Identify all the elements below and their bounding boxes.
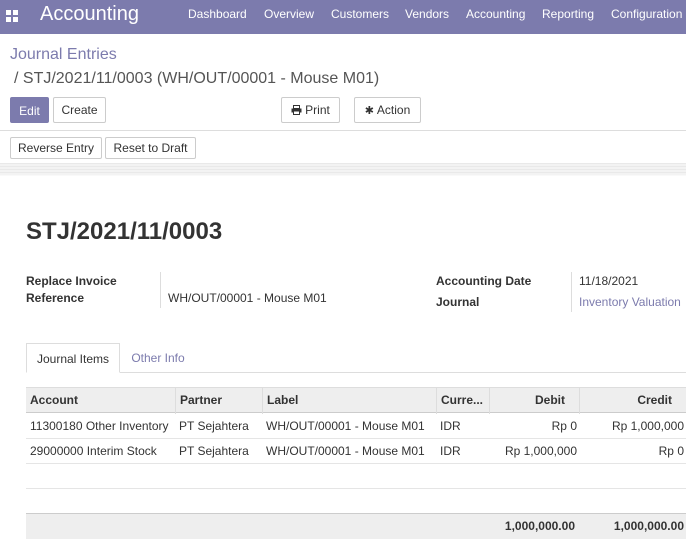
cell-debit: Rp 1,000,000: [504, 444, 577, 458]
cell-partner: PT Sejahtera: [179, 444, 249, 458]
cell-debit: Rp 0: [551, 419, 577, 433]
empty-row: [26, 464, 686, 489]
accounting-date-label: Accounting Date: [436, 274, 532, 288]
reset-to-draft-button[interactable]: Reset to Draft: [105, 137, 196, 159]
header-account[interactable]: Account: [26, 388, 175, 414]
action-label: Action: [376, 103, 411, 117]
table-header: Account Partner Label Curre... Debit Cre…: [26, 387, 686, 414]
field-separator: [160, 272, 161, 308]
header-debit[interactable]: Debit: [489, 388, 579, 414]
print-button[interactable]: Print: [281, 97, 340, 123]
cell-currency: IDR: [440, 419, 461, 433]
cell-currency: IDR: [440, 444, 461, 458]
nav-customers[interactable]: Customers: [331, 0, 389, 34]
cell-account: 11300180 Other Inventory: [30, 419, 169, 433]
tab-journal-items[interactable]: Journal Items: [26, 343, 120, 373]
top-navbar: Accounting Dashboard Overview Customers …: [0, 0, 686, 34]
field-separator: [571, 272, 572, 312]
nav-overview[interactable]: Overview: [264, 0, 314, 34]
replace-invoice-label-line2: Reference: [26, 291, 85, 305]
header-currency[interactable]: Curre...: [436, 388, 489, 414]
app-name: Accounting: [40, 3, 139, 25]
cell-credit: Rp 0: [658, 444, 684, 458]
total-credit: 1,000,000.00: [613, 519, 684, 533]
journal-link[interactable]: Inventory Valuation: [579, 295, 681, 309]
table-footer-totals: 1,000,000.00 1,000,000.00: [26, 513, 686, 539]
header-credit[interactable]: Credit: [579, 388, 686, 414]
edit-button[interactable]: Edit: [10, 97, 49, 123]
nav-accounting[interactable]: Accounting: [466, 0, 525, 34]
header-partner[interactable]: Partner: [175, 388, 262, 414]
header-label[interactable]: Label: [262, 388, 436, 414]
nav-vendors[interactable]: Vendors: [405, 0, 449, 34]
table-row[interactable]: 29000000 Interim Stock PT Sejahtera WH/O…: [26, 439, 686, 464]
nav-reporting[interactable]: Reporting: [542, 0, 594, 34]
breadcrumb-current: / STJ/2021/11/0003 (WH/OUT/00001 - Mouse…: [14, 70, 380, 87]
total-debit: 1,000,000.00: [504, 519, 575, 533]
record-title: STJ/2021/11/0003: [26, 218, 223, 245]
replace-invoice-label-line1: Replace Invoice: [26, 274, 117, 288]
reverse-entry-button[interactable]: Reverse Entry: [10, 137, 102, 159]
cell-label: WH/OUT/00001 - Mouse M01: [266, 444, 425, 458]
divider: [0, 130, 686, 131]
cell-account: 29000000 Interim Stock: [30, 444, 157, 458]
cell-credit: Rp 1,000,000: [611, 419, 684, 433]
apps-grid-icon[interactable]: [6, 10, 18, 22]
gear-icon: ✱: [364, 105, 374, 117]
journal-label: Journal: [436, 295, 480, 309]
nav-dashboard[interactable]: Dashboard: [188, 0, 247, 34]
accounting-date-value: 11/18/2021: [579, 274, 639, 288]
print-icon: [291, 105, 302, 115]
create-button[interactable]: Create: [53, 97, 106, 123]
reference-value: WH/OUT/00001 - Mouse M01: [168, 291, 327, 305]
action-button[interactable]: ✱ Action: [354, 97, 421, 123]
tab-other-info[interactable]: Other Info: [122, 343, 194, 373]
cell-label: WH/OUT/00001 - Mouse M01: [266, 419, 425, 433]
nav-configuration[interactable]: Configuration: [611, 0, 682, 34]
breadcrumb-parent[interactable]: Journal Entries: [10, 46, 117, 64]
cell-partner: PT Sejahtera: [179, 419, 249, 433]
print-label: Print: [305, 103, 330, 117]
table-row[interactable]: 11300180 Other Inventory PT Sejahtera WH…: [26, 414, 686, 439]
